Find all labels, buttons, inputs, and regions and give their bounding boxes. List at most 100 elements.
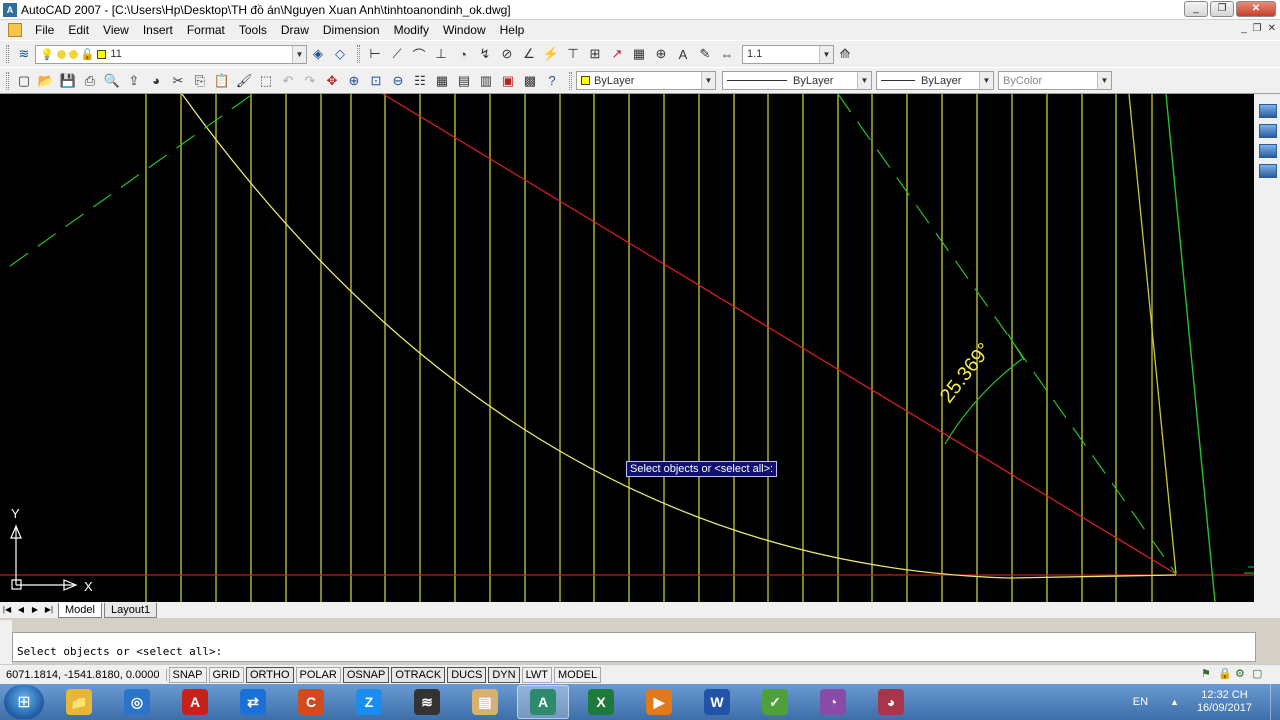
menu-modify[interactable]: Modify: [387, 23, 436, 37]
ordinate-dimension-icon[interactable]: ⊥: [431, 44, 451, 64]
grid-toggle[interactable]: GRID: [208, 666, 244, 683]
arc-length-icon[interactable]: ⌒: [409, 44, 429, 64]
restore-button[interactable]: ❐: [1210, 1, 1234, 17]
quick-dimension-icon[interactable]: ⚡: [541, 44, 561, 64]
plot-icon[interactable]: ⎙: [80, 71, 100, 91]
redo-icon[interactable]: ↷: [300, 71, 320, 91]
tolerance-icon[interactable]: ▦: [629, 44, 649, 64]
publish-icon[interactable]: ⇪: [124, 71, 144, 91]
save-icon[interactable]: 💾: [58, 71, 78, 91]
taskbar-gauge-app-2[interactable]: ◕: [865, 685, 917, 719]
drawing-canvas[interactable]: 25.369° X Y Select objects or <select al…: [0, 94, 1254, 602]
lineweight-control-dropdown[interactable]: ByLayer ▼: [876, 71, 994, 90]
zoom-realtime-icon[interactable]: ⊕: [344, 71, 364, 91]
chevron-down-icon[interactable]: ▼: [819, 45, 833, 63]
taskbar-media-player[interactable]: ▶: [633, 685, 685, 719]
ducs-toggle[interactable]: DUCS: [447, 666, 487, 683]
command-line-grip[interactable]: [0, 620, 12, 664]
chevron-down-icon[interactable]: ▼: [857, 72, 871, 89]
chevron-down-icon[interactable]: ▼: [1097, 72, 1111, 89]
plotstyle-control-dropdown[interactable]: ByColor ▼: [998, 71, 1112, 90]
design-center-icon[interactable]: ▦: [432, 71, 452, 91]
taskbar-teamviewer[interactable]: ⇄: [227, 685, 279, 719]
menu-view[interactable]: View: [96, 23, 136, 37]
polar-toggle[interactable]: POLAR: [295, 666, 341, 683]
plot-preview-icon[interactable]: 🔍: [102, 71, 122, 91]
next-tab-icon[interactable]: ▶: [28, 604, 42, 616]
taskbar-app-circle[interactable]: ◎: [111, 685, 163, 719]
viewport-icon[interactable]: [1259, 104, 1277, 118]
toolbar-grip[interactable]: [569, 71, 572, 90]
status-tray-icon[interactable]: ⚙: [1235, 667, 1249, 681]
menu-insert[interactable]: Insert: [136, 23, 180, 37]
start-button[interactable]: ⊞: [4, 685, 44, 719]
viewport-icon[interactable]: [1259, 124, 1277, 138]
pan-icon[interactable]: ✥: [322, 71, 342, 91]
layer-previous-icon[interactable]: ◇: [330, 44, 350, 64]
dyn-toggle[interactable]: DYN: [488, 666, 520, 683]
continue-dimension-icon[interactable]: ⊞: [585, 44, 605, 64]
linear-dimension-icon[interactable]: ⊢: [365, 44, 385, 64]
first-tab-icon[interactable]: |◀: [0, 604, 14, 616]
menu-help[interactable]: Help: [493, 23, 532, 37]
dimension-text-edit-icon[interactable]: ✎: [695, 44, 715, 64]
chevron-down-icon[interactable]: ▼: [701, 72, 715, 89]
match-properties-icon[interactable]: 🖌: [234, 71, 254, 91]
color-control-dropdown[interactable]: ByLayer ▼: [576, 71, 716, 90]
taskbar-ccleaner[interactable]: C: [285, 685, 337, 719]
block-editor-icon[interactable]: ⬚: [256, 71, 276, 91]
taskbar-autocad-window[interactable]: A: [517, 685, 569, 719]
drawing-close-button[interactable]: ✕: [1268, 23, 1276, 34]
taskbar-word[interactable]: W: [691, 685, 743, 719]
osnap-toggle[interactable]: OSNAP: [342, 666, 390, 683]
model-toggle[interactable]: MODEL: [554, 666, 602, 683]
paste-icon[interactable]: 📋: [212, 71, 232, 91]
toolbar-grip[interactable]: [357, 45, 360, 63]
menu-draw[interactable]: Draw: [274, 23, 316, 37]
cut-icon[interactable]: ✂: [168, 71, 188, 91]
tab-model[interactable]: Model: [58, 602, 102, 618]
center-mark-icon[interactable]: ⊕: [651, 44, 671, 64]
taskbar-gauge-app-1[interactable]: ◔: [807, 685, 859, 719]
menu-file[interactable]: File: [28, 23, 61, 37]
viewport-icon[interactable]: [1259, 144, 1277, 158]
menu-format[interactable]: Format: [180, 23, 232, 37]
properties-icon[interactable]: ☷: [410, 71, 430, 91]
prev-tab-icon[interactable]: ◀: [14, 604, 28, 616]
show-desktop-button[interactable]: [1270, 684, 1280, 720]
snap-toggle[interactable]: SNAP: [168, 666, 207, 683]
viewport-icon[interactable]: [1259, 164, 1277, 178]
menu-dimension[interactable]: Dimension: [316, 23, 387, 37]
radius-dimension-icon[interactable]: ◔: [453, 44, 473, 64]
otrack-toggle[interactable]: OTRACK: [391, 666, 446, 683]
quick-leader-icon[interactable]: ↗: [607, 44, 627, 64]
open-file-icon[interactable]: 📂: [36, 71, 56, 91]
dimension-edit-icon[interactable]: A: [673, 44, 693, 64]
taskbar-file-explorer[interactable]: 📁: [53, 685, 105, 719]
drawing-restore-button[interactable]: ❐: [1253, 23, 1262, 34]
close-button[interactable]: ✕: [1236, 1, 1276, 17]
zoom-window-icon[interactable]: ⊡: [366, 71, 386, 91]
coordinate-readout[interactable]: 6071.1814, -1541.8180, 0.0000: [0, 668, 167, 681]
tab-layout1[interactable]: Layout1: [103, 602, 158, 618]
communication-center-icon[interactable]: ⚑: [1201, 667, 1215, 681]
markup-icon[interactable]: ▣: [498, 71, 518, 91]
taskbar-evernote[interactable]: ✓: [749, 685, 801, 719]
menu-edit[interactable]: Edit: [61, 23, 96, 37]
clock[interactable]: 12:32 CH 16/09/2017: [1197, 689, 1252, 715]
calculator-icon[interactable]: ▩: [520, 71, 540, 91]
tool-palettes-icon[interactable]: ▤: [454, 71, 474, 91]
toolbar-grip[interactable]: [6, 45, 9, 63]
jogged-dimension-icon[interactable]: ↯: [475, 44, 495, 64]
angular-dimension-icon[interactable]: ∠: [519, 44, 539, 64]
taskbar-excel[interactable]: X: [575, 685, 627, 719]
last-tab-icon[interactable]: ▶|: [42, 604, 56, 616]
aligned-dimension-icon[interactable]: ⟋: [387, 44, 407, 64]
autocad-app-icon[interactable]: A: [3, 2, 17, 17]
zoom-previous-icon[interactable]: ⊖: [388, 71, 408, 91]
help-icon[interactable]: ?: [542, 71, 562, 91]
toolbar-grip[interactable]: [6, 71, 9, 90]
dimension-style-dropdown[interactable]: 1.1 ▼: [742, 44, 834, 64]
dimension-update-icon[interactable]: ⇔: [717, 44, 737, 64]
new-file-icon[interactable]: ▢: [14, 71, 34, 91]
